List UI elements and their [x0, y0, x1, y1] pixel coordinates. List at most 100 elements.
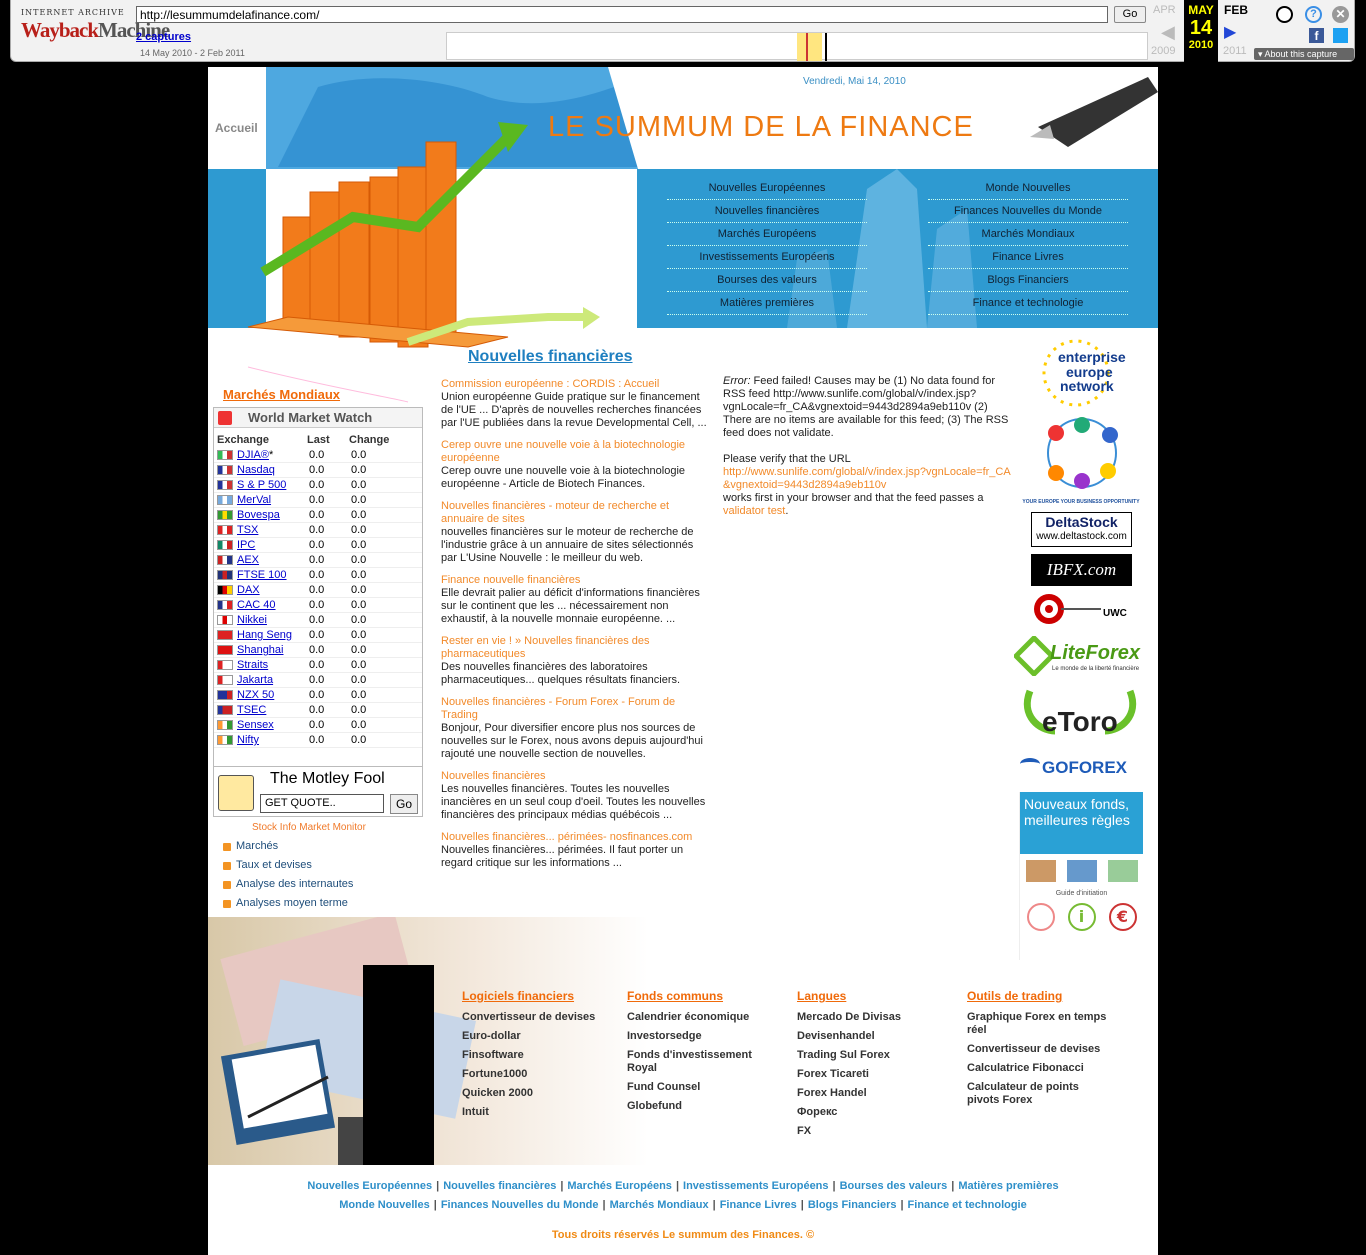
prev-arrow-icon[interactable]: ◀: [1161, 22, 1175, 43]
nav-link[interactable]: Finances Nouvelles du Monde: [928, 200, 1128, 223]
user-icon[interactable]: [1276, 6, 1293, 23]
market-name-link[interactable]: Bovespa: [237, 508, 309, 522]
facebook-icon[interactable]: f: [1309, 28, 1324, 43]
news-title-link[interactable]: Nouvelles financières - Forum Forex - Fo…: [441, 696, 711, 722]
prev-month[interactable]: APR: [1153, 4, 1176, 16]
rss-link[interactable]: Marchés: [223, 838, 362, 857]
bottom-link[interactable]: Marchés Européens: [567, 1180, 672, 1192]
quote-input[interactable]: GET QUOTE..: [260, 794, 384, 813]
footer-link[interactable]: Calculatrice Fibonacci: [967, 1062, 1107, 1075]
market-name-link[interactable]: Nifty: [237, 733, 309, 747]
market-name-link[interactable]: Nikkei: [237, 613, 309, 627]
footer-link[interactable]: Calculateur de points pivots Forex: [967, 1081, 1107, 1107]
een-ad[interactable]: enterprise europe network: [1038, 335, 1128, 410]
footer-link[interactable]: Convertisseur de devises: [967, 1043, 1107, 1056]
close-icon[interactable]: ✕: [1332, 6, 1349, 23]
footer-link[interactable]: FX: [797, 1125, 937, 1138]
liteforex-ad[interactable]: LiteForex Le monde de la liberté financi…: [1010, 634, 1158, 679]
footer-link[interactable]: Forex Ticareti: [797, 1068, 937, 1081]
bottom-link[interactable]: Bourses des valeurs: [840, 1180, 948, 1192]
validator-link[interactable]: validator test: [723, 505, 785, 517]
market-name-link[interactable]: CAC 40: [237, 598, 309, 612]
twitter-icon[interactable]: [1333, 28, 1348, 43]
news-title-link[interactable]: Nouvelles financières - moteur de recher…: [441, 500, 711, 526]
rss-link[interactable]: Taux et devises: [223, 857, 362, 876]
stock-info-label[interactable]: Stock Info Market Monitor: [252, 822, 366, 833]
nav-link[interactable]: Nouvelles financières: [667, 200, 867, 223]
nav-link[interactable]: Finance et technologie: [928, 292, 1128, 315]
ibfx-ad[interactable]: IBFX.com: [1031, 554, 1132, 586]
footer-link[interactable]: Fonds d'investissement Royal: [627, 1049, 767, 1075]
market-name-link[interactable]: IPC: [237, 538, 309, 552]
nav-link[interactable]: Monde Nouvelles: [928, 177, 1128, 200]
bottom-link[interactable]: Matières premières: [958, 1180, 1058, 1192]
footer-link[interactable]: Fortune1000: [462, 1068, 602, 1081]
capture-mark[interactable]: [806, 33, 808, 61]
news-title-link[interactable]: Cerep ouvre une nouvelle voie à la biote…: [441, 439, 711, 465]
capture-sparkline[interactable]: [446, 32, 1148, 61]
footer-link[interactable]: Forex Handel: [797, 1087, 937, 1100]
market-name-link[interactable]: AEX: [237, 553, 309, 567]
deltastock-ad[interactable]: DeltaStock www.deltastock.com: [1031, 512, 1132, 547]
wayback-logo[interactable]: INTERNET ARCHIVE WaybackMachine: [21, 8, 170, 50]
wayback-go-button[interactable]: Go: [1114, 6, 1146, 23]
rss-link[interactable]: Analyse des internautes: [223, 876, 362, 895]
footer-link[interactable]: Fund Counsel: [627, 1081, 767, 1094]
footer-link[interactable]: Graphique Forex en temps réel: [967, 1011, 1107, 1037]
nav-link[interactable]: Marchés Mondiaux: [928, 223, 1128, 246]
nouveaux-fonds-ad[interactable]: Nouveaux fonds, meilleures règles Guide …: [1019, 792, 1143, 960]
bottom-link[interactable]: Finances Nouvelles du Monde: [441, 1199, 599, 1211]
wayback-url-input[interactable]: http://lesummumdelafinance.com/: [136, 6, 1108, 23]
footer-link[interactable]: Euro-dollar: [462, 1030, 602, 1043]
footer-link[interactable]: Convertisseur de devises: [462, 1011, 602, 1024]
news-title-link[interactable]: Finance nouvelle financières: [441, 574, 711, 587]
help-icon[interactable]: ?: [1305, 6, 1322, 23]
footer-col-heading[interactable]: Langues: [797, 989, 937, 1003]
your-europe-ad[interactable]: YOUR EUROPE YOUR BUSINESS OPPORTUNITY: [1016, 413, 1146, 505]
nav-link[interactable]: Investissements Européens: [667, 246, 867, 269]
market-name-link[interactable]: Sensex: [237, 718, 309, 732]
nav-link[interactable]: Finance Livres: [928, 246, 1128, 269]
capture-mark[interactable]: [825, 33, 827, 61]
bottom-link[interactable]: Finance et technologie: [908, 1199, 1027, 1211]
goforex-ad[interactable]: GOFOREX: [1020, 754, 1155, 780]
bottom-link[interactable]: Finance Livres: [720, 1199, 797, 1211]
footer-link[interactable]: Форекс: [797, 1106, 937, 1119]
footer-link[interactable]: Devisenhandel: [797, 1030, 937, 1043]
bottom-link[interactable]: Nouvelles financières: [443, 1180, 556, 1192]
market-name-link[interactable]: Hang Seng: [237, 628, 309, 642]
footer-link[interactable]: Finsoftware: [462, 1049, 602, 1062]
next-arrow-icon[interactable]: ▶: [1224, 22, 1236, 42]
market-name-link[interactable]: NZX 50: [237, 688, 309, 702]
bottom-link[interactable]: Blogs Financiers: [808, 1199, 897, 1211]
nav-link[interactable]: Bourses des valeurs: [667, 269, 867, 292]
market-name-link[interactable]: FTSE 100: [237, 568, 309, 582]
footer-link[interactable]: Globefund: [627, 1100, 767, 1113]
footer-link[interactable]: Calendrier économique: [627, 1011, 767, 1024]
market-name-link[interactable]: Shanghai: [237, 643, 309, 657]
news-title-link[interactable]: Nouvelles financières... périmées- nosfi…: [441, 831, 711, 844]
bottom-link[interactable]: Nouvelles Européennes: [307, 1180, 432, 1192]
footer-link[interactable]: Intuit: [462, 1106, 602, 1119]
about-capture-button[interactable]: ▾ About this capture: [1254, 48, 1354, 60]
bottom-link[interactable]: Monde Nouvelles: [339, 1199, 429, 1211]
bottom-link[interactable]: Investissements Européens: [683, 1180, 829, 1192]
market-name-link[interactable]: TSEC: [237, 703, 309, 717]
nav-link[interactable]: Blogs Financiers: [928, 269, 1128, 292]
footer-col-heading[interactable]: Outils de trading: [967, 989, 1107, 1003]
nouvelles-financieres-title[interactable]: Nouvelles financières: [468, 348, 633, 366]
rss-link[interactable]: Analyses moyen terme: [223, 895, 362, 914]
nav-link[interactable]: Nouvelles Européennes: [667, 177, 867, 200]
market-name-link[interactable]: DAX: [237, 583, 309, 597]
footer-col-heading[interactable]: Logiciels financiers: [462, 989, 602, 1003]
uwc-ad[interactable]: UWC: [1031, 592, 1132, 626]
market-name-link[interactable]: Jakarta: [237, 673, 309, 687]
marches-mondiaux-title[interactable]: Marchés Mondiaux: [223, 387, 340, 402]
nav-link[interactable]: Marchés Européens: [667, 223, 867, 246]
footer-link[interactable]: Quicken 2000: [462, 1087, 602, 1100]
next-month[interactable]: FEB: [1224, 3, 1248, 17]
quote-go-button[interactable]: Go: [390, 794, 418, 814]
nav-link[interactable]: Matières premières: [667, 292, 867, 315]
market-name-link[interactable]: S & P 500: [237, 478, 309, 492]
captures-link[interactable]: 2 captures: [136, 31, 191, 43]
